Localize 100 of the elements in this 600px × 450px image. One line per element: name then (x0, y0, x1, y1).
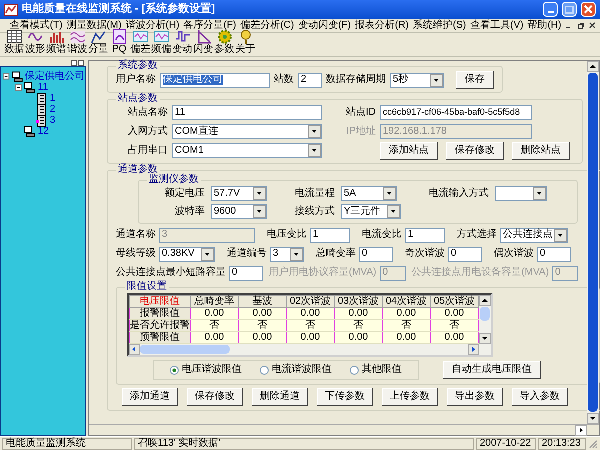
menu-item[interactable]: 报表分析(R) (353, 20, 412, 30)
site-button[interactable]: 保存修改 (446, 142, 504, 160)
tree-item[interactable]: 1 (50, 94, 56, 104)
menu-item[interactable]: 查看模式(T) (8, 20, 65, 30)
toolbar-button[interactable]: 频谱 (46, 29, 67, 55)
tree-item[interactable]: 2 (50, 104, 56, 114)
channel-button[interactable]: 删除通道 (252, 388, 308, 406)
toolbar-button[interactable]: 数据 (4, 29, 25, 55)
document-restore-button[interactable] (576, 20, 586, 30)
channel-button[interactable]: 上传参数 (382, 388, 438, 406)
table-cell: 0.00 (334, 308, 382, 320)
scroll-thumb[interactable] (588, 73, 598, 412)
panel-pin-button[interactable] (71, 60, 77, 66)
group-title: 通道参数 (117, 165, 158, 175)
auto-generate-button[interactable]: 自动生成电压限值 (443, 361, 541, 379)
dropdown[interactable]: Y三元件 (341, 204, 401, 219)
maximize-icon (565, 6, 574, 14)
save-button[interactable]: 保存 (456, 71, 494, 89)
field-label: IP地址 (346, 126, 376, 136)
dropdown[interactable]: 公共连接点 (500, 228, 568, 242)
dropdown[interactable]: 57.7V (211, 186, 267, 201)
menu-item[interactable]: 帮助(H) (526, 20, 564, 30)
bar-chart-icon (48, 29, 64, 45)
table-horizontal-scrollbar[interactable] (129, 344, 479, 355)
curve-icon (112, 29, 128, 45)
text-field[interactable]: 1 (405, 228, 445, 242)
radio-button[interactable]: 其他限值 (350, 365, 402, 375)
site-button[interactable]: 删除站点 (512, 142, 570, 160)
text-field[interactable]: 0 (537, 246, 571, 262)
tree-item[interactable]: 保定供电公司 (25, 72, 85, 82)
toolbar-button[interactable]: 偏差 (130, 29, 151, 55)
slope-chart-icon (196, 29, 212, 45)
field-label: 通道名称 (116, 230, 156, 240)
table-cell: 否 (382, 320, 430, 332)
dropdown[interactable]: COM1 (172, 143, 322, 158)
row-header: 是否允许报警 (130, 320, 190, 332)
toolbar-button[interactable]: 分量 (88, 29, 109, 55)
dropdown[interactable]: 5秒 (390, 72, 444, 88)
dropdown[interactable]: 9600 (211, 204, 267, 219)
horizontal-scrollbar[interactable] (89, 424, 599, 435)
text-field[interactable]: cc6cb917-cf06-45ba-baf0-5c5f5d8 (380, 105, 532, 120)
toolbar-button[interactable]: 波形 (25, 29, 46, 55)
tree-item[interactable]: 11 (38, 82, 48, 92)
status-text: 电能质量监测系统 (2, 438, 132, 450)
menu-item[interactable]: 测量数据(M) (64, 20, 124, 30)
window-title: 电能质量在线监测系统 - [系统参数设置] (22, 4, 216, 15)
field-label: 母线等级 (116, 249, 156, 259)
text-field[interactable]: 1 (310, 228, 350, 242)
scroll-thumb[interactable] (480, 307, 490, 321)
toolbar-button[interactable]: 关于 (235, 29, 256, 55)
scroll-thumb[interactable] (140, 345, 230, 354)
text-field[interactable]: 0 (359, 246, 393, 262)
toolbar-button[interactable]: 频偏 (151, 29, 172, 55)
toolbar-button[interactable]: 谐波 (67, 29, 88, 55)
collapse-icon[interactable] (3, 73, 10, 80)
toolbar-button[interactable]: PQ (109, 29, 130, 55)
close-button[interactable] (581, 2, 596, 17)
radio-button[interactable]: 电流谐波限值 (260, 365, 332, 375)
dropdown[interactable]: 5A (341, 186, 397, 201)
toolbar-button[interactable]: 闪变 (193, 29, 214, 55)
group-title: 限值设置 (126, 282, 168, 292)
text-field[interactable]: 11 (172, 105, 322, 120)
device-icon (36, 92, 48, 104)
dropdown[interactable]: COM直连 (172, 124, 322, 139)
computer-icon (24, 126, 36, 138)
vertical-scrollbar[interactable] (587, 61, 599, 424)
tree-item[interactable]: 3 (50, 116, 56, 126)
toolbar-button[interactable]: 参数 (214, 29, 235, 55)
field-label: 站点ID (345, 108, 376, 118)
field-label: 数据存储周期 (326, 75, 386, 85)
table-cell: 0.00 (238, 308, 286, 320)
channel-button[interactable]: 导出参数 (447, 388, 503, 406)
dropdown[interactable] (495, 186, 547, 201)
panel-close-button[interactable] (78, 60, 84, 66)
table-vertical-scrollbar[interactable] (479, 295, 491, 355)
menu-item[interactable]: 变动闪变(F) (296, 20, 354, 30)
channel-button[interactable]: 保存修改 (187, 388, 243, 406)
text-field[interactable]: 2 (298, 72, 322, 88)
dropdown[interactable]: 3 (270, 246, 304, 262)
document-close-button[interactable] (588, 20, 598, 30)
radio-button[interactable]: 电压谐波限值 (170, 365, 242, 375)
toolbar-button[interactable]: 变动 (172, 29, 193, 55)
menu-item[interactable]: 偏差分析(C) (238, 20, 296, 30)
text-field[interactable]: 0 (229, 266, 263, 280)
table-cell: 否 (238, 320, 286, 332)
close-icon (588, 21, 598, 30)
menu-item[interactable]: 系统维护(S) (411, 20, 468, 30)
text-field[interactable]: 0 (448, 246, 482, 262)
channel-button[interactable]: 下传参数 (317, 388, 373, 406)
menu-item[interactable]: 谐波分析(H) (124, 20, 182, 30)
menu-item[interactable]: 各序分量(F) (182, 20, 238, 30)
menu-item[interactable]: 查看工具(V) (468, 20, 526, 30)
maximize-button[interactable] (562, 2, 577, 17)
minimize-button[interactable] (543, 2, 558, 17)
collapse-icon[interactable] (15, 84, 22, 91)
channel-button[interactable]: 添加通道 (122, 388, 178, 406)
dropdown[interactable]: 0.38KV (159, 246, 215, 262)
channel-button[interactable]: 导入参数 (512, 388, 568, 406)
tree-item[interactable]: 12 (38, 126, 50, 136)
site-button[interactable]: 添加站点 (380, 142, 438, 160)
